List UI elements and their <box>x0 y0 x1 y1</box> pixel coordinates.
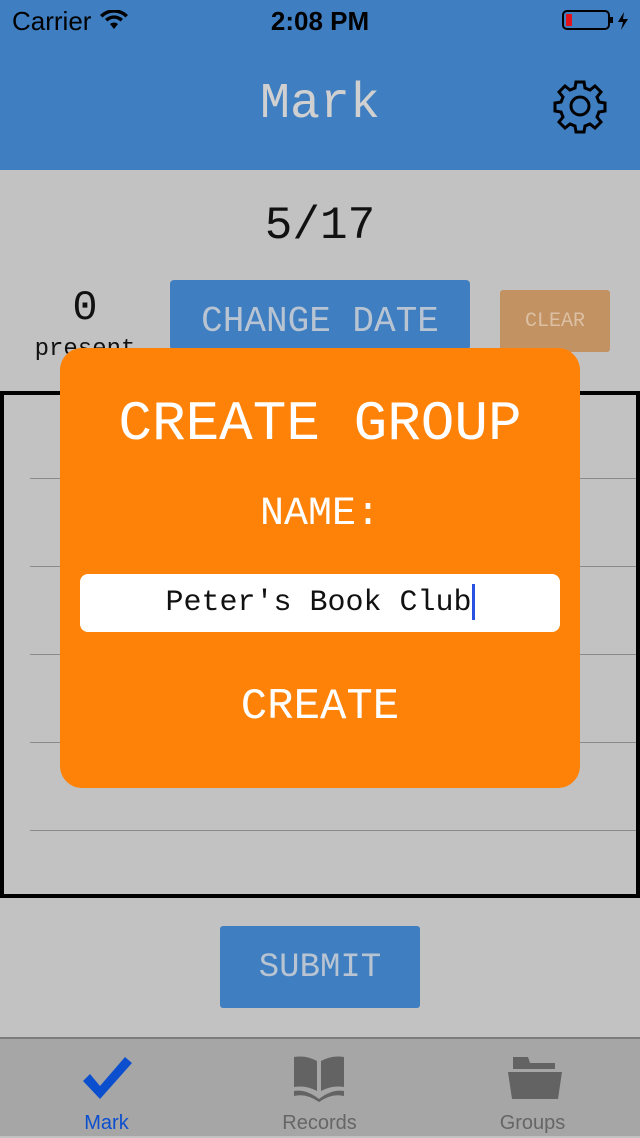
name-label: NAME: <box>259 492 381 537</box>
tab-mark[interactable]: Mark <box>0 1039 213 1138</box>
gear-icon[interactable] <box>552 78 608 134</box>
header: Carrier 2:08 PM Mark <box>0 0 640 170</box>
tab-label: Mark <box>84 1112 129 1134</box>
date-label: 5/17 <box>264 200 376 252</box>
battery-icon <box>562 10 628 30</box>
create-group-dialog: CREATE GROUP NAME: Peter's Book Club CRE… <box>60 348 580 788</box>
text-caret <box>471 584 475 621</box>
present-count: 0 <box>72 284 98 332</box>
group-name-value: Peter's Book Club <box>165 586 472 620</box>
checkmark-icon <box>83 1057 132 1099</box>
create-button[interactable]: CREATE <box>60 682 580 732</box>
submit-button[interactable]: SUBMIT <box>220 926 420 1008</box>
status-time: 2:08 PM <box>270 6 370 36</box>
list-divider <box>30 830 636 831</box>
folder-icon <box>508 1057 562 1099</box>
tab-groups[interactable]: Groups <box>426 1039 639 1138</box>
tab-records[interactable]: Records <box>213 1039 426 1138</box>
tab-bar: Mark Records Groups <box>0 1037 640 1136</box>
dialog-title: CREATE GROUP <box>118 392 522 456</box>
tab-label: Records <box>282 1112 357 1134</box>
tab-label: Groups <box>499 1112 566 1134</box>
group-name-input[interactable]: Peter's Book Club <box>80 574 560 632</box>
clear-button[interactable]: CLEAR <box>500 290 610 352</box>
book-icon <box>294 1056 344 1102</box>
page-title: Mark <box>259 76 381 133</box>
change-date-button[interactable]: CHANGE DATE <box>170 280 470 350</box>
